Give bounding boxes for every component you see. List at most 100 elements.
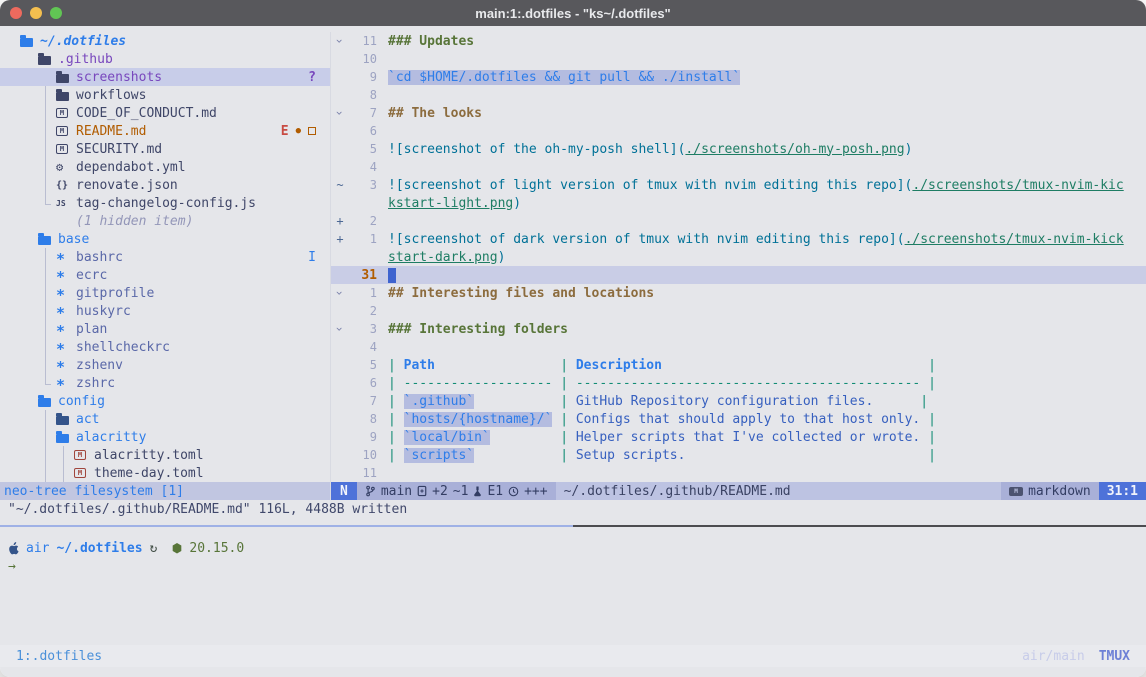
editor-line[interactable]: +1![screenshot of dark version of tmux w… — [331, 230, 1146, 248]
shell-pane[interactable]: air ~/.dotfiles ↻ 20.15.0 → — [0, 533, 1146, 645]
tree-item-security-md[interactable]: MSECURITY.md — [0, 140, 330, 158]
close-button[interactable] — [10, 7, 22, 19]
indent-guide — [38, 158, 56, 176]
editor-line[interactable]: 10| `scripts` | Setup scripts. | — [331, 446, 1146, 464]
tree-item-label: SECURITY.md — [76, 142, 162, 157]
tree-item--github[interactable]: .github — [0, 50, 330, 68]
line-text: | `scripts` | Setup scripts. | — [377, 448, 936, 463]
indent-guide — [38, 464, 56, 482]
tree-item-gitprofile[interactable]: *gitprofile — [0, 284, 330, 302]
line-number: 3 — [349, 178, 377, 192]
editor-line[interactable]: 9| `local/bin` | Helper scripts that I'v… — [331, 428, 1146, 446]
text-segment — [552, 376, 560, 391]
editor-line[interactable]: 8| `hosts/{hostname}/` | Configs that sh… — [331, 410, 1146, 428]
tree-item-alacritty[interactable]: alacritty — [0, 428, 330, 446]
indent-guide — [38, 320, 56, 338]
fold-chevron-icon[interactable]: › — [331, 286, 349, 300]
editor-line[interactable]: ~3![screenshot of light version of tmux … — [331, 176, 1146, 194]
editor-line[interactable]: 6 — [331, 122, 1146, 140]
tree-item-zshrc[interactable]: * zshrc — [0, 374, 330, 392]
tree-item--1-hidden-item-[interactable]: (1 hidden item) — [0, 212, 330, 230]
indent-spacer — [20, 176, 38, 194]
line-text: ![screenshot of dark version of tmux wit… — [377, 232, 1124, 247]
tree-item-workflows[interactable]: workflows — [0, 86, 330, 104]
minimize-button[interactable] — [30, 7, 42, 19]
fold-chevron-icon[interactable]: › — [331, 106, 349, 120]
tree-item-label: renovate.json — [76, 178, 178, 193]
editor-line[interactable]: 5| Path | Description | — [331, 356, 1146, 374]
toml-icon: M — [74, 450, 90, 460]
tree-item-zshenv[interactable]: *zshenv — [0, 356, 330, 374]
text-segment: `scripts` — [404, 448, 474, 463]
text-segment: start-dark.png — [388, 250, 498, 265]
tree-item-act[interactable]: act — [0, 410, 330, 428]
editor-line[interactable]: 9`cd $HOME/.dotfiles && git pull && ./in… — [331, 68, 1146, 86]
tree-item-shellcheckrc[interactable]: *shellcheckrc — [0, 338, 330, 356]
editor-line[interactable]: 4 — [331, 338, 1146, 356]
tree-item-theme-day-toml[interactable]: Mtheme-day.toml — [0, 464, 330, 482]
star-icon: * — [56, 377, 72, 389]
line-text: | `.github` | GitHub Repository configur… — [377, 394, 928, 409]
indent-spacer — [20, 428, 38, 446]
tree-item-base[interactable]: base — [0, 230, 330, 248]
tmux-window-label[interactable]: 1:.dotfiles — [16, 649, 102, 664]
indent-spacer — [20, 230, 38, 248]
text-segment: | — [388, 394, 404, 409]
editor-line[interactable]: 10 — [331, 50, 1146, 68]
editor-line[interactable]: ›3### Interesting folders — [331, 320, 1146, 338]
tree-item-label: zshrc — [76, 376, 115, 391]
text-segment: ./screenshots/tmux-nvim-kic — [912, 178, 1123, 193]
zoom-button[interactable] — [50, 7, 62, 19]
tree-item-label: (1 hidden item) — [76, 214, 193, 229]
editor-line[interactable]: 8 — [331, 86, 1146, 104]
editor-line[interactable]: ›1## Interesting files and locations — [331, 284, 1146, 302]
tree-item-huskyrc[interactable]: *huskyrc — [0, 302, 330, 320]
editor-line[interactable]: 7| `.github` | GitHub Repository configu… — [331, 392, 1146, 410]
indent-guide — [38, 284, 56, 302]
text-segment: ----------------------------------------… — [576, 376, 920, 391]
indent-guide — [38, 446, 56, 464]
text-segment: ) — [498, 250, 506, 265]
line-number: 8 — [349, 88, 377, 102]
editor-line[interactable]: 6| ------------------- | ---------------… — [331, 374, 1146, 392]
tree-item-label: dependabot.yml — [76, 160, 186, 175]
git-unstaged-badge — [308, 127, 316, 135]
tree-item-tag-changelog-config-js[interactable]: JStag-changelog-config.js — [0, 194, 330, 212]
editor-line[interactable]: 4 — [331, 158, 1146, 176]
editor-line[interactable]: ›7## The looks — [331, 104, 1146, 122]
text-segment: ### Interesting folders — [388, 322, 568, 337]
tree-item-bashrc[interactable]: *bashrcI — [0, 248, 330, 266]
tree-item-screenshots[interactable]: screenshots? — [0, 68, 330, 86]
fold-chevron-icon[interactable]: › — [331, 34, 349, 48]
editor-line[interactable]: 11 — [331, 464, 1146, 482]
git-branch-name: main — [381, 484, 412, 499]
editor-line[interactable]: +2 — [331, 212, 1146, 230]
editor-line[interactable]: ›11### Updates — [331, 32, 1146, 50]
text-segment: Description — [576, 358, 662, 373]
tree-item-plan[interactable]: *plan — [0, 320, 330, 338]
line-number: 7 — [349, 106, 377, 120]
text-segment — [920, 430, 928, 445]
tree-item-code-of-conduct-md[interactable]: MCODE_OF_CONDUCT.md — [0, 104, 330, 122]
pane-divider[interactable] — [0, 525, 1146, 527]
editor-line[interactable]: 5![screenshot of the oh-my-posh shell](.… — [331, 140, 1146, 158]
fold-chevron-icon[interactable]: › — [331, 322, 349, 336]
tree-item-ecrc[interactable]: *ecrc — [0, 266, 330, 284]
tree-item-readme-md[interactable]: MREADME.mdE● — [0, 122, 330, 140]
line-text: ### Interesting folders — [377, 322, 568, 337]
editor-line[interactable]: 31 — [331, 266, 1146, 284]
tree-item--dotfiles[interactable]: ~/.dotfiles — [0, 32, 330, 50]
tree-item-dependabot-yml[interactable]: ⚙dependabot.yml — [0, 158, 330, 176]
tree-item-renovate-json[interactable]: {}renovate.json — [0, 176, 330, 194]
tree-item-config[interactable]: config — [0, 392, 330, 410]
indent-spacer — [20, 464, 38, 482]
editor-line[interactable]: kstart-light.png) — [331, 194, 1146, 212]
indent-spacer — [20, 374, 38, 392]
text-segment — [490, 430, 560, 445]
editor-line[interactable]: 2 — [331, 302, 1146, 320]
diff-file-icon — [417, 485, 427, 497]
tree-item-alacritty-toml[interactable]: Malacritty.toml — [0, 446, 330, 464]
star-icon: * — [56, 287, 72, 299]
window-titlebar[interactable]: main:1:.dotfiles - "ks~/.dotfiles" — [0, 0, 1146, 26]
editor-line[interactable]: start-dark.png) — [331, 248, 1146, 266]
